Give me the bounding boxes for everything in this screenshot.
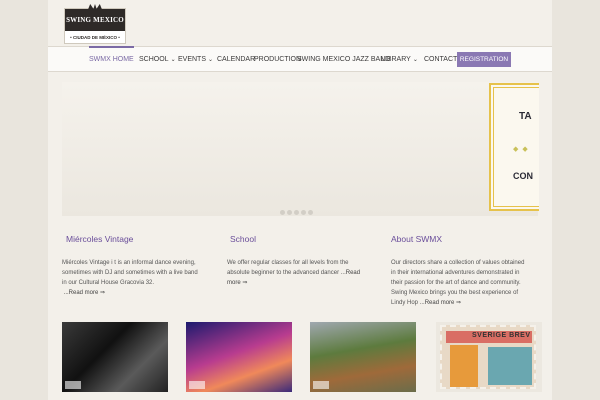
nav-label: CONTACT [424, 56, 458, 63]
watermark-logo [65, 381, 81, 389]
pager-dot[interactable] [280, 210, 285, 215]
stamp-figure [450, 345, 478, 387]
nav-label: SWMX HOME [89, 56, 134, 63]
nav-item-library[interactable]: LIBRARY ⌄ [381, 47, 418, 73]
photo-dancers-bw[interactable] [62, 322, 168, 392]
column-text-about: Our directors share a collection of valu… [391, 258, 529, 308]
nav-label: PRODUCTION [254, 56, 302, 63]
column-title-school[interactable]: School [230, 234, 256, 244]
stamp-image: SVERIGE BREV [440, 325, 536, 389]
column-text-miercoles: Miércoles Vintage i t is an informal dan… [62, 258, 200, 298]
column-body: We offer regular classes for all levels … [227, 260, 349, 276]
chevron-down-icon: ⌄ [412, 57, 418, 63]
nav-label: SWING MEXICO JAZZ BAND [297, 56, 391, 63]
registration-button[interactable]: REGISTRATION [457, 52, 511, 67]
nav-item-swmx-home[interactable]: SWMX HOME [89, 46, 134, 73]
stamp-label: SVERIGE BREV [472, 332, 531, 339]
slide-heading: TA [519, 111, 532, 122]
nav-item-events[interactable]: EVENTS ⌄ [178, 47, 213, 73]
chevron-down-icon: ⌄ [208, 57, 214, 63]
watermark-logo [313, 381, 329, 389]
column-title-about[interactable]: About SWMX [391, 234, 442, 244]
pager-dot[interactable] [287, 210, 292, 215]
pager-dot[interactable] [301, 210, 306, 215]
site-logo[interactable]: SWING MEXICO • CIUDAD DE MÉXICO • [64, 4, 126, 44]
main-nav: SWMX HOME SCHOOL ⌄ EVENTS ⌄ CALENDAR PRODU… [48, 46, 552, 72]
nav-item-production[interactable]: PRODUCTION [254, 47, 301, 73]
nav-item-contact[interactable]: CONTACT [424, 47, 457, 73]
photo-stamp[interactable]: SVERIGE BREV [436, 322, 542, 392]
nav-item-calendar[interactable]: CALENDAR [217, 47, 255, 73]
column-text-school: We offer regular classes for all levels … [227, 258, 365, 288]
nav-item-school[interactable]: SCHOOL ⌄ [139, 47, 176, 73]
logo-title: SWING MEXICO [65, 9, 125, 31]
nav-label: SCHOOL [139, 56, 169, 63]
slide-subheading: CON [513, 171, 533, 181]
slide-ornament: ◆ ◆ [513, 146, 529, 153]
nav-label: LIBRARY [381, 56, 411, 63]
nav-label: EVENTS [178, 56, 207, 63]
page-container: SWING MEXICO • CIUDAD DE MÉXICO • SWMX H… [48, 0, 552, 400]
slider-pager [280, 202, 315, 215]
read-more-link[interactable]: ...Read more ⇒ [64, 290, 105, 296]
photo-dance-party[interactable] [186, 322, 292, 392]
nav-label: CALENDAR [217, 56, 256, 63]
read-more-link[interactable]: Read more ⇒ [425, 300, 461, 306]
pager-dot[interactable] [294, 210, 299, 215]
watermark-logo [189, 381, 205, 389]
chevron-down-icon: ⌄ [170, 57, 176, 63]
logo-subtitle: • CIUDAD DE MÉXICO • [70, 35, 120, 40]
pager-dot[interactable] [308, 210, 313, 215]
nav-item-jazz-band[interactable]: SWING MEXICO JAZZ BAND [297, 47, 390, 73]
stamp-figure [488, 347, 532, 385]
photo-outdoor-dance[interactable] [310, 322, 416, 392]
column-body: Miércoles Vintage i t is an informal dan… [62, 260, 198, 286]
column-title-miercoles[interactable]: Miércoles Vintage [66, 234, 133, 244]
hero-slider[interactable] [62, 82, 538, 216]
slide-card[interactable]: TA ◆ ◆ CON [489, 83, 539, 211]
